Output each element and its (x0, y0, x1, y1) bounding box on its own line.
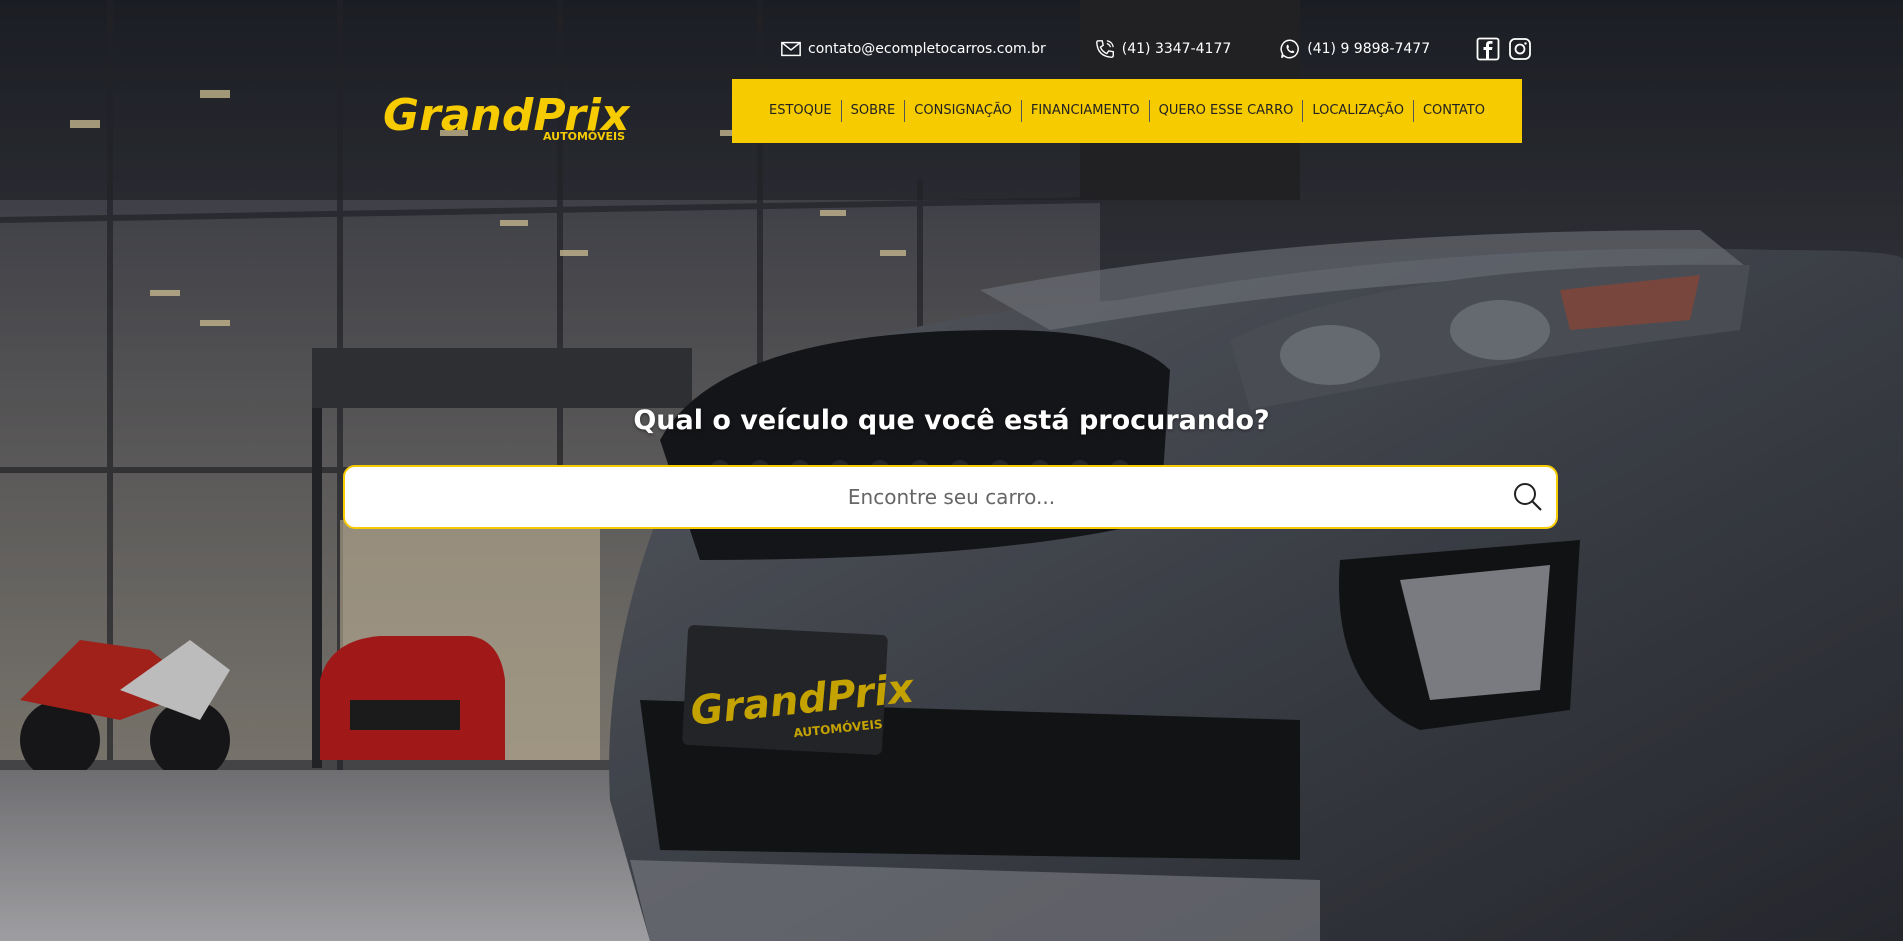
search-input[interactable] (345, 484, 1500, 510)
whatsapp-text: (41) 9 9898-7477 (1307, 41, 1431, 57)
nav-item-consignacao[interactable]: CONSIGNAÇÃO (905, 100, 1022, 122)
phone-icon (1095, 40, 1114, 58)
phone-text: (41) 3347-4177 (1121, 41, 1232, 57)
search-icon (1514, 483, 1542, 511)
instagram-icon (1509, 38, 1532, 60)
logo-subtext: AUTOMÓVEIS (543, 130, 625, 143)
site-logo[interactable]: GrandPrix AUTOMÓVEIS (383, 84, 633, 144)
main-nav: ESTOQUE SOBRE CONSIGNAÇÃO FINANCIAMENTO … (732, 79, 1522, 143)
search-bar (343, 465, 1558, 529)
nav-item-quero-esse-carro[interactable]: QUERO ESSE CARRO (1150, 100, 1304, 122)
nav-item-localizacao[interactable]: LOCALIZAÇÃO (1303, 100, 1414, 122)
facebook-link[interactable] (1476, 37, 1500, 61)
email-contact[interactable]: contato@ecompletocarros.com.br (780, 38, 1046, 60)
nav-item-contato[interactable]: CONTATO (1414, 100, 1494, 122)
phone-contact[interactable]: (41) 3347-4177 (1094, 38, 1232, 60)
facebook-icon (1476, 37, 1500, 61)
search-heading: Qual o veículo que você está procurando? (633, 405, 1270, 436)
instagram-link[interactable] (1508, 37, 1532, 61)
nav-item-estoque[interactable]: ESTOQUE (760, 100, 842, 122)
social-links (1476, 37, 1532, 61)
top-contacts: contato@ecompletocarros.com.br (41) 3347… (780, 34, 1532, 64)
email-text: contato@ecompletocarros.com.br (808, 41, 1046, 57)
whatsapp-icon (1280, 39, 1300, 59)
nav-item-financiamento[interactable]: FINANCIAMENTO (1022, 100, 1150, 122)
envelope-icon (781, 41, 801, 57)
nav-item-sobre[interactable]: SOBRE (842, 100, 906, 122)
search-button[interactable] (1500, 469, 1556, 525)
whatsapp-contact[interactable]: (41) 9 9898-7477 (1279, 38, 1430, 60)
logo-mark: GrandPrix AUTOMÓVEIS (383, 90, 631, 143)
